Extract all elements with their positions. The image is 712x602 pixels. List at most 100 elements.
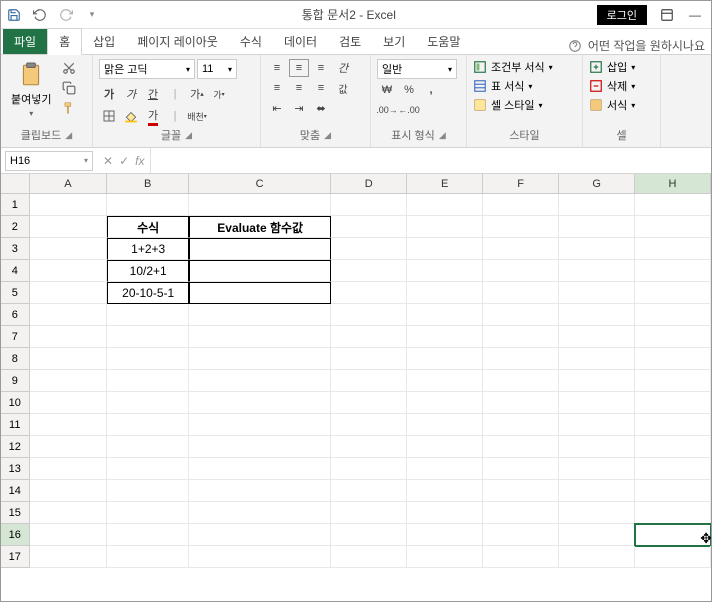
cell[interactable] (331, 238, 407, 260)
cell[interactable] (30, 216, 108, 238)
tab-file[interactable]: 파일 (3, 29, 47, 54)
cell[interactable] (331, 546, 407, 568)
cell[interactable] (483, 370, 559, 392)
cell[interactable] (189, 326, 331, 348)
row-header[interactable]: 16 (1, 524, 30, 546)
tab-layout[interactable]: 페이지 레이아웃 (126, 29, 229, 54)
cell[interactable] (407, 260, 483, 282)
cell[interactable] (331, 260, 407, 282)
cell[interactable] (189, 348, 331, 370)
cell[interactable] (483, 458, 559, 480)
row-header[interactable]: 7 (1, 326, 30, 348)
font-color-icon[interactable]: 가 (143, 107, 163, 125)
cell[interactable] (559, 524, 635, 546)
cell[interactable] (30, 238, 108, 260)
cell[interactable] (107, 370, 189, 392)
cell[interactable] (30, 260, 108, 282)
cell[interactable] (107, 326, 189, 348)
cell[interactable] (30, 282, 108, 304)
row-header[interactable]: 14 (1, 480, 30, 502)
redo-icon[interactable] (57, 6, 75, 24)
increase-indent-icon[interactable]: ⇥ (289, 99, 309, 117)
orientation-icon[interactable]: 간 (333, 59, 353, 77)
row-header[interactable]: 10 (1, 392, 30, 414)
cell[interactable] (559, 458, 635, 480)
cell[interactable] (483, 348, 559, 370)
save-icon[interactable] (5, 6, 23, 24)
cell[interactable] (407, 216, 483, 238)
paste-button[interactable]: 붙여넣기 ▾ (7, 59, 55, 120)
row-header[interactable]: 3 (1, 238, 30, 260)
cell[interactable] (407, 304, 483, 326)
copy-icon[interactable] (59, 79, 79, 97)
cell[interactable] (107, 458, 189, 480)
bold-button[interactable]: 가 (99, 85, 119, 103)
login-button[interactable]: 로그인 (597, 5, 647, 25)
table-format-button[interactable]: 표 서식▾ (473, 78, 532, 94)
cell[interactable] (331, 436, 407, 458)
cell[interactable] (407, 194, 483, 216)
enter-formula-icon[interactable]: ✓ (119, 154, 129, 168)
cell[interactable] (559, 480, 635, 502)
cell[interactable] (189, 304, 331, 326)
column-header[interactable]: E (407, 174, 483, 194)
font-name-combo[interactable]: 맑은 고딕▾ (99, 59, 195, 79)
cell[interactable] (30, 436, 108, 458)
cell[interactable] (331, 304, 407, 326)
cell[interactable] (559, 502, 635, 524)
cell[interactable] (407, 370, 483, 392)
tab-data[interactable]: 데이터 (273, 29, 328, 54)
cell[interactable] (107, 436, 189, 458)
tab-help[interactable]: 도움말 (416, 29, 471, 54)
align-bottom-icon[interactable]: ≡ (311, 59, 331, 77)
cell[interactable] (483, 326, 559, 348)
cancel-formula-icon[interactable]: ✕ (103, 154, 113, 168)
column-header[interactable]: C (189, 174, 331, 194)
cell[interactable] (407, 348, 483, 370)
cell[interactable] (483, 282, 559, 304)
cell[interactable] (635, 436, 711, 458)
cell[interactable] (635, 348, 711, 370)
row-header[interactable]: 5 (1, 282, 30, 304)
ribbon-options-icon[interactable] (655, 5, 679, 25)
delete-cells-button[interactable]: 삭제▾ (589, 78, 635, 94)
row-header[interactable]: 4 (1, 260, 30, 282)
cell[interactable] (635, 480, 711, 502)
cell[interactable] (189, 546, 331, 568)
cell[interactable]: Evaluate 함수값 (189, 216, 331, 238)
cell[interactable] (189, 260, 331, 282)
cell[interactable] (635, 194, 711, 216)
cell[interactable] (30, 370, 108, 392)
cell[interactable] (635, 238, 711, 260)
cell[interactable] (331, 326, 407, 348)
cell[interactable] (189, 194, 331, 216)
accounting-icon[interactable]: ₩ (377, 81, 397, 99)
cell[interactable] (559, 546, 635, 568)
wrap-text-button[interactable]: 값 (333, 79, 353, 97)
align-center-icon[interactable]: ≡ (289, 79, 309, 97)
cell[interactable] (635, 370, 711, 392)
align-left-icon[interactable]: ≡ (267, 79, 287, 97)
align-top-icon[interactable]: ≡ (267, 59, 287, 77)
cell[interactable]: ✥ (635, 524, 711, 546)
decrease-decimal-icon[interactable]: ←.00 (399, 101, 419, 119)
cell[interactable] (559, 304, 635, 326)
cell[interactable] (189, 414, 331, 436)
cell[interactable] (107, 414, 189, 436)
cell[interactable] (635, 216, 711, 238)
cell[interactable] (189, 480, 331, 502)
decrease-indent-icon[interactable]: ⇤ (267, 99, 287, 117)
cell[interactable] (483, 436, 559, 458)
cell[interactable] (635, 546, 711, 568)
cell[interactable] (635, 392, 711, 414)
align-middle-icon[interactable]: ≡ (289, 59, 309, 77)
cell[interactable] (559, 414, 635, 436)
row-header[interactable]: 2 (1, 216, 30, 238)
cell[interactable] (107, 502, 189, 524)
cell[interactable] (331, 194, 407, 216)
cell[interactable] (331, 348, 407, 370)
dialog-launcher-icon[interactable]: ◢ (185, 130, 192, 141)
cell[interactable] (635, 502, 711, 524)
cell[interactable] (331, 414, 407, 436)
cell[interactable] (407, 326, 483, 348)
